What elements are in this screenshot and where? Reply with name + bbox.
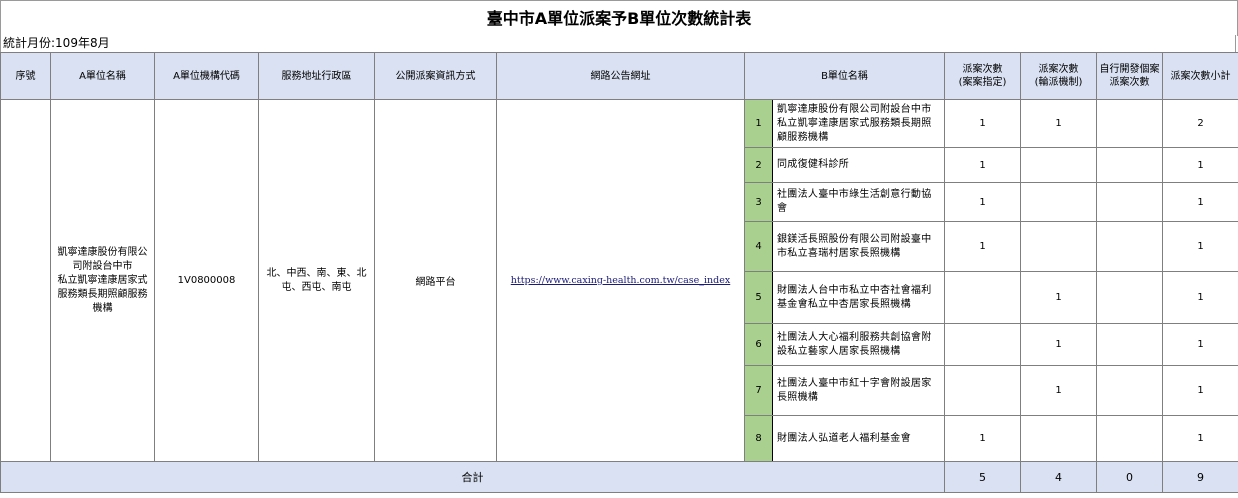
b-unit-name: 銀鎂活長照股份有限公司附設臺中市私立喜瑞村居家長照機構: [772, 221, 945, 272]
rotation-count: [1020, 147, 1097, 183]
total-row: 合計 5 4 0 9: [0, 461, 1238, 493]
subtotal-count: 2: [1162, 99, 1238, 148]
rotation-count: 1: [1020, 365, 1097, 416]
b-unit-name: 社團法人大心福利服務共創協會附設私立藝家人居家長照機構: [772, 323, 945, 366]
table-row: 凱寧達康股份有限公司附設台中市 私立凱寧達康居家式服務類長期照顧服務機構 1V0…: [0, 99, 1238, 462]
b-unit-name: 凱寧達康股份有限公司附設台中市私立凱寧達康居家式服務類長期照顧服務機構: [772, 99, 945, 148]
row-number: 4: [744, 221, 773, 272]
assigned-count: [944, 323, 1021, 366]
assigned-count: [944, 365, 1021, 416]
b-unit-name: 同成復健科診所: [772, 147, 945, 183]
b-unit-name: 財團法人弘道老人福利基金會: [772, 415, 945, 462]
self-count: [1096, 415, 1163, 462]
total-subtotal: 9: [1162, 461, 1238, 493]
row-number: 8: [744, 415, 773, 462]
rotation-count: 1: [1020, 99, 1097, 148]
assigned-count: 1: [944, 221, 1021, 272]
total-self: 0: [1096, 461, 1163, 493]
assigned-count: 1: [944, 415, 1021, 462]
subtotal-count: 1: [1162, 415, 1238, 462]
announcement-url-link[interactable]: https://www.caxing-health.com.tw/case_in…: [511, 275, 730, 286]
a-unit-seq: [0, 99, 51, 462]
header-subtotal: 派案次數小計: [1162, 52, 1238, 100]
assigned-count: 1: [944, 99, 1021, 148]
a-unit-code: 1V0800008: [154, 99, 259, 462]
header-a-code: A單位機構代碼: [154, 52, 259, 100]
header-a-name: A單位名稱: [50, 52, 155, 100]
row-number: 5: [744, 271, 773, 324]
header-rotation: 派案次數 (輪派機制): [1020, 52, 1097, 100]
header-method: 公開派案資訊方式: [374, 52, 497, 100]
self-count: [1096, 99, 1163, 148]
subtotal-count: 1: [1162, 271, 1238, 324]
self-count: [1096, 221, 1163, 272]
b-unit-name: 社團法人臺中市綠生活創意行動協會: [772, 182, 945, 222]
rotation-count: [1020, 415, 1097, 462]
a-unit-area: 北、中西、南、東、北屯、西屯、南屯: [258, 99, 375, 462]
row-number: 2: [744, 147, 773, 183]
subtotal-count: 1: [1162, 221, 1238, 272]
header-b-name: B單位名稱: [744, 52, 945, 100]
self-count: [1096, 271, 1163, 324]
assigned-count: 1: [944, 147, 1021, 183]
assigned-count: 1: [944, 182, 1021, 222]
row-number: 3: [744, 182, 773, 222]
self-count: [1096, 147, 1163, 183]
subtotal-count: 1: [1162, 323, 1238, 366]
b-unit-name: 社團法人臺中市紅十字會附設居家長照機構: [772, 365, 945, 416]
table-title: 臺中市A單位派案予B單位次數統計表: [0, 0, 1238, 36]
rotation-count: [1020, 221, 1097, 272]
rotation-count: 1: [1020, 323, 1097, 366]
a-unit-name: 凱寧達康股份有限公司附設台中市 私立凱寧達康居家式服務類長期照顧服務機構: [50, 99, 155, 462]
self-count: [1096, 323, 1163, 366]
assigned-count: [944, 271, 1021, 324]
subtotal-count: 1: [1162, 365, 1238, 416]
row-number: 7: [744, 365, 773, 416]
rotation-count: 1: [1020, 271, 1097, 324]
a-unit-url-cell: https://www.caxing-health.com.tw/case_in…: [496, 99, 745, 462]
total-rotation: 4: [1020, 461, 1097, 493]
row-number: 1: [744, 99, 773, 148]
row-number: 6: [744, 323, 773, 366]
header-area: 服務地址行政區: [258, 52, 375, 100]
rotation-count: [1020, 182, 1097, 222]
a-unit-method: 網路平台: [374, 99, 497, 462]
header-url: 網路公告網址: [496, 52, 745, 100]
dispatch-statistics-table: 序號 A單位名稱 A單位機構代碼 服務地址行政區 公開派案資訊方式 網路公告網址…: [0, 52, 1238, 493]
total-assigned: 5: [944, 461, 1021, 493]
statistics-period: 統計月份:109年8月: [0, 35, 1236, 52]
subtotal-count: 1: [1162, 182, 1238, 222]
self-count: [1096, 182, 1163, 222]
self-count: [1096, 365, 1163, 416]
header-self: 自行開發個案 派案次數: [1096, 52, 1163, 100]
header-assigned: 派案次數 (案案指定): [944, 52, 1021, 100]
header-row: 序號 A單位名稱 A單位機構代碼 服務地址行政區 公開派案資訊方式 網路公告網址…: [0, 52, 1238, 100]
total-label: 合計: [0, 461, 945, 493]
header-seq: 序號: [0, 52, 51, 100]
b-unit-name: 財團法人台中市私立中杏社會福利基金會私立中杏居家長照機構: [772, 271, 945, 324]
subtotal-count: 1: [1162, 147, 1238, 183]
